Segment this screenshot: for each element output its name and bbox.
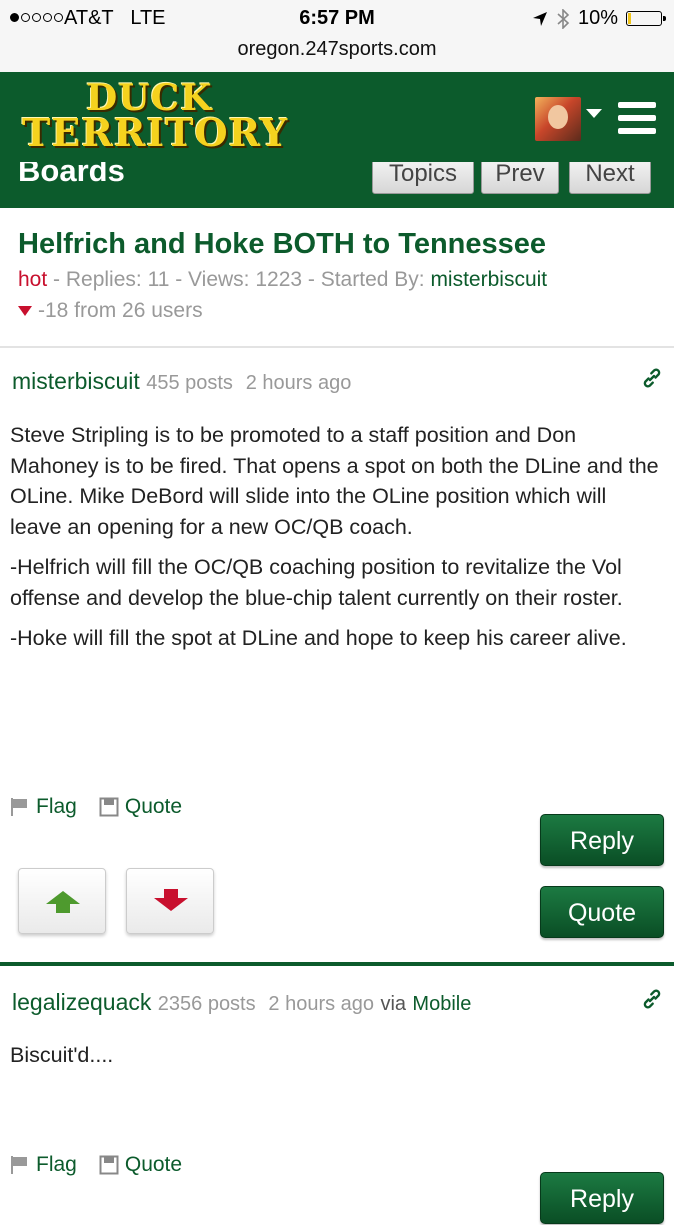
prev-button[interactable]: Prev (481, 162, 559, 194)
quote-label: Quote (124, 1153, 183, 1176)
down-arrow-icon (18, 306, 32, 317)
next-button[interactable]: Next (569, 162, 651, 194)
post-body: Steve Stripling is to be promoted to a s… (10, 420, 660, 664)
user-avatar[interactable] (535, 97, 581, 141)
flag-label: Flag (36, 1153, 77, 1176)
quote-link[interactable]: Quote (99, 795, 182, 819)
menu-icon[interactable] (618, 102, 656, 141)
post-paragraph: Steve Stripling is to be promoted to a s… (10, 423, 659, 539)
post-author-link[interactable]: legalizequack (12, 989, 151, 1015)
post-body: Biscuit'd.... (10, 1040, 660, 1081)
reply-button[interactable]: Reply (540, 1172, 664, 1224)
status-bar: AT&T LTE 6:57 PM 10% oregon.247sports.co… (0, 0, 674, 72)
post-time: 2 hours ago (245, 372, 352, 394)
thread-meta: hot - Replies: 11 - Views: 1223 - Starte… (18, 268, 547, 292)
battery-icon (626, 11, 666, 26)
site-logo[interactable]: DUCK TERRITORY (22, 80, 288, 152)
downvote-button[interactable] (126, 868, 214, 934)
thread-vote-summary: -18 from 26 users (18, 299, 203, 323)
post-paragraph: -Helfrich will fill the OC/QB coaching p… (10, 555, 623, 610)
bluetooth-icon (557, 8, 570, 29)
hot-badge: hot (18, 268, 48, 291)
post-count: 2356 posts (157, 993, 256, 1015)
divider (0, 346, 674, 348)
flag-link[interactable]: Flag (10, 1153, 77, 1177)
down-arrow-icon (154, 889, 188, 911)
via-label: via (380, 993, 407, 1015)
post-header: misterbiscuit 455 posts 2 hours ago (12, 368, 351, 395)
post-count: 455 posts (146, 372, 233, 394)
topics-button[interactable]: Topics (372, 162, 474, 194)
flag-label: Flag (36, 795, 77, 818)
post-paragraph: Biscuit'd.... (10, 1043, 114, 1067)
site-header: DUCK TERRITORY (0, 72, 674, 162)
thread-title: Helfrich and Hoke BOTH to Tennessee (18, 228, 547, 260)
chevron-down-icon[interactable] (586, 109, 602, 118)
post-time: 2 hours ago (268, 993, 375, 1015)
save-icon (99, 1155, 119, 1175)
quote-link[interactable]: Quote (99, 1153, 182, 1177)
logo-line-2: TERRITORY (22, 110, 289, 155)
boards-title[interactable]: Boards (18, 162, 125, 189)
address-bar-url[interactable]: oregon.247sports.com (0, 38, 674, 61)
reply-button[interactable]: Reply (540, 814, 664, 866)
vote-summary-text: -18 from 26 users (38, 299, 203, 322)
flag-icon (11, 1156, 27, 1174)
post-divider (0, 962, 674, 966)
via-source-link[interactable]: Mobile (412, 993, 471, 1015)
permalink-icon[interactable] (640, 366, 664, 390)
quote-button[interactable]: Quote (540, 886, 664, 938)
flag-link[interactable]: Flag (10, 795, 77, 819)
flag-icon (11, 798, 27, 816)
permalink-icon[interactable] (640, 987, 664, 1011)
battery-percent: 10% (577, 7, 618, 29)
quote-label: Quote (124, 795, 183, 818)
boards-nav: Boards Topics Prev Next (0, 162, 674, 208)
thread-stats: - Replies: 11 - Views: 1223 - Started By… (47, 268, 431, 291)
upvote-button[interactable] (18, 868, 106, 934)
post-paragraph: -Hoke will fill the spot at DLine and ho… (10, 626, 627, 650)
post-actions: Flag Quote (10, 1153, 182, 1177)
up-arrow-icon (46, 891, 80, 913)
post-actions: Flag Quote (10, 795, 182, 819)
post-author-link[interactable]: misterbiscuit (12, 368, 140, 394)
thread-starter-link[interactable]: misterbiscuit (430, 268, 547, 291)
save-icon (99, 797, 119, 817)
location-arrow-icon (532, 11, 547, 26)
post-header: legalizequack 2356 posts 2 hours ago via… (12, 989, 471, 1016)
